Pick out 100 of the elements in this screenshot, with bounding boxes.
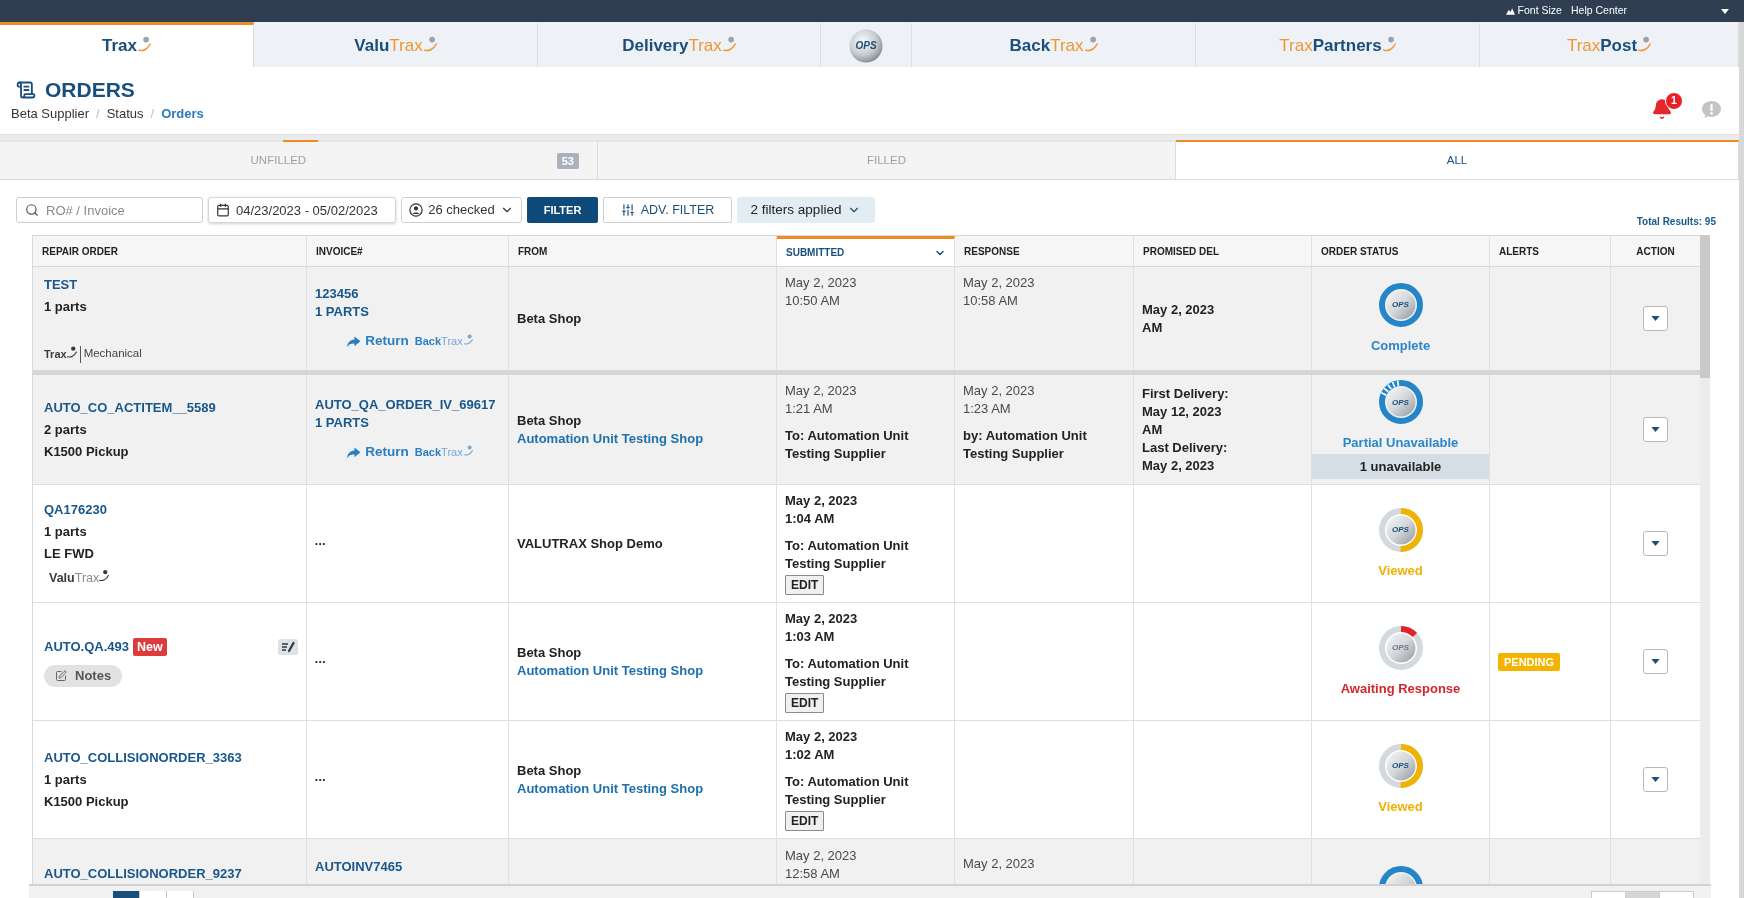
- return-link[interactable]: Return BackTrax: [346, 331, 473, 352]
- invoice-number-link[interactable]: AUTOINV7465: [315, 858, 403, 876]
- invoice-number-link[interactable]: AUTO_QA_ORDER_IV_69617: [315, 396, 496, 415]
- forward-arrow-icon: [346, 335, 362, 348]
- action-dropdown-button[interactable]: [1643, 649, 1668, 674]
- submitted-time: 1:03 AM: [785, 628, 835, 646]
- font-size-link[interactable]: Font Size: [1505, 3, 1562, 19]
- edit-button[interactable]: EDIT: [785, 811, 825, 831]
- status-label: Partial Unavailable: [1342, 434, 1459, 452]
- promised-delivery-text: AM: [1142, 420, 1163, 439]
- submitted-date: May 2, 2023: [785, 610, 858, 628]
- sliders-icon: [620, 203, 635, 217]
- caret-icon: [1651, 777, 1660, 782]
- edit-button[interactable]: EDIT: [785, 693, 825, 713]
- ellipsis-text: •••: [315, 773, 327, 786]
- status-ring-icon: [1378, 743, 1423, 788]
- column-header[interactable]: INVOICE#: [307, 236, 509, 266]
- checked-dropdown[interactable]: 26 checked: [401, 197, 522, 223]
- notes-button[interactable]: Notes: [44, 665, 123, 687]
- ring-emblem-text: OPS: [1392, 761, 1409, 770]
- order-detail: K1500 Pickup: [44, 442, 129, 461]
- order-number-link[interactable]: AUTO_COLLISIONORDER_9237: [44, 865, 242, 883]
- page-title: ORDERS: [45, 78, 135, 102]
- submitted-time: 12:58 AM: [785, 865, 840, 883]
- scrollbar-thumb[interactable]: [1700, 235, 1710, 378]
- column-header[interactable]: ALERTS: [1490, 236, 1611, 266]
- order-detail: LE FWD: [44, 545, 94, 563]
- column-header[interactable]: RESPONSE: [955, 236, 1134, 266]
- column-header[interactable]: SUBMITTED: [777, 236, 955, 266]
- caret-icon[interactable]: [1721, 8, 1729, 14]
- search-field[interactable]: RO# / Invoice: [16, 197, 203, 223]
- breadcrumb-link[interactable]: Status: [106, 105, 144, 123]
- status-tab[interactable]: ALL: [1176, 140, 1739, 179]
- caret-icon: [1651, 541, 1660, 546]
- action-dropdown-button[interactable]: [1643, 306, 1668, 331]
- page-button[interactable]: [113, 891, 140, 898]
- edit-button[interactable]: EDIT: [785, 575, 825, 595]
- order-number-link[interactable]: AUTO.QA.493: [44, 636, 129, 658]
- product-tab[interactable]: Trax: [0, 22, 254, 67]
- column-header[interactable]: REPAIR ORDER: [33, 236, 307, 266]
- promised-delivery-text: Last Delivery:: [1142, 438, 1228, 457]
- parts-link[interactable]: 1 PARTS: [315, 414, 369, 433]
- action-dropdown-button[interactable]: [1643, 417, 1668, 442]
- forward-arrow-icon: [346, 446, 362, 459]
- response-date: May 2, 2023: [963, 382, 1035, 400]
- submitted-date: May 2, 2023: [785, 728, 858, 746]
- logo-text: ValuTrax: [49, 570, 100, 586]
- advanced-filter-button[interactable]: ADV. FILTER: [603, 197, 732, 223]
- promised-delivery-text: May 2, 2023: [1142, 300, 1215, 319]
- new-badge: New: [133, 638, 167, 656]
- submitted-time: 1:04 AM: [785, 510, 835, 528]
- recipient-text: To: Automation Unit Testing Supplier: [785, 427, 910, 463]
- logo-subtitle: Mechanical: [83, 346, 142, 362]
- note-edit-icon[interactable]: [278, 639, 298, 655]
- return-link[interactable]: Return BackTrax: [346, 442, 473, 463]
- shop-name: Beta Shop: [517, 411, 582, 430]
- order-number-link[interactable]: QA176230: [44, 499, 107, 521]
- shop-link[interactable]: Automation Unit Testing Shop: [517, 661, 704, 680]
- submitted-time: 10:50 AM: [785, 292, 840, 310]
- breadcrumb-separator: /: [150, 105, 155, 123]
- calendar-icon: [216, 203, 230, 217]
- order-detail: K1500 Pickup: [44, 792, 129, 811]
- ellipsis-text: •••: [315, 537, 327, 550]
- action-dropdown-button[interactable]: [1643, 767, 1668, 792]
- order-number-link[interactable]: AUTO_CO_ACTITEM__5589: [44, 396, 216, 419]
- breadcrumb-link[interactable]: Beta Supplier: [11, 105, 90, 123]
- action-dropdown-button[interactable]: [1643, 531, 1668, 556]
- submitted-date: May 2, 2023: [785, 847, 857, 865]
- shop-link[interactable]: Automation Unit Testing Shop: [517, 779, 704, 798]
- applied-filters-dropdown[interactable]: 2 filters applied: [737, 197, 875, 223]
- order-number-link[interactable]: TEST: [44, 274, 78, 296]
- help-center-link[interactable]: Help Center: [1570, 3, 1627, 19]
- swoosh-icon: [1638, 35, 1652, 53]
- order-detail: 1 parts: [44, 298, 87, 316]
- pending-badge: PENDING: [1498, 652, 1561, 671]
- parts-link[interactable]: 1 PARTS: [315, 303, 369, 322]
- filter-button[interactable]: FILTER: [527, 197, 598, 223]
- breadcrumb-current: Orders: [161, 105, 204, 123]
- promised-delivery-text: First Delivery:: [1142, 384, 1229, 403]
- promised-delivery-text: May 2, 2023: [1142, 456, 1215, 475]
- column-header[interactable]: ORDER STATUS: [1312, 236, 1490, 266]
- date-range-field[interactable]: 04/23/2023 - 05/02/2023: [208, 197, 396, 223]
- recipient-text: To: Automation Unit Testing Supplier: [785, 537, 910, 573]
- shop-link[interactable]: Automation Unit Testing Shop: [517, 429, 704, 448]
- swoosh-icon: [138, 35, 151, 53]
- invoice-number-link[interactable]: 123456: [315, 285, 359, 304]
- submitted-date: May 2, 2023: [785, 492, 858, 510]
- column-header[interactable]: PROMISED DEL: [1134, 236, 1312, 266]
- recipient-text: To: Automation Unit Testing Supplier: [785, 655, 910, 691]
- swoosh-icon: [66, 345, 77, 359]
- search-icon: [25, 203, 39, 217]
- promised-delivery-text: May 12, 2023: [1142, 402, 1222, 421]
- submitted-date: May 2, 2023: [785, 274, 857, 292]
- total-results: Total Results: 95: [1636, 216, 1716, 228]
- bell-icon[interactable]: [1651, 98, 1673, 120]
- order-detail: 1 parts: [44, 523, 87, 541]
- caret-icon: [1651, 316, 1660, 321]
- promised-delivery-text: AM: [1142, 318, 1163, 337]
- order-number-link[interactable]: AUTO_COLLISIONORDER_3363: [44, 746, 242, 769]
- status-ring-icon: [1378, 282, 1423, 327]
